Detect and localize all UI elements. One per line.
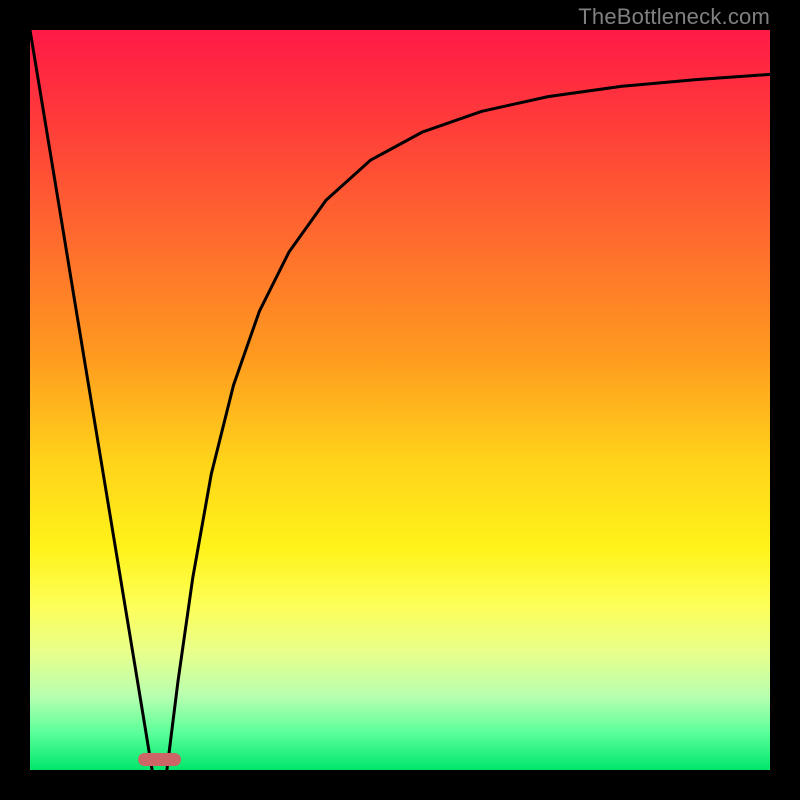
watermark-text: TheBottleneck.com bbox=[578, 4, 770, 30]
curve-layer bbox=[30, 30, 770, 770]
chart-frame: TheBottleneck.com bbox=[0, 0, 800, 800]
curve-right-branch bbox=[167, 74, 770, 770]
optimum-marker bbox=[138, 753, 181, 766]
curve-left-branch bbox=[30, 30, 152, 770]
